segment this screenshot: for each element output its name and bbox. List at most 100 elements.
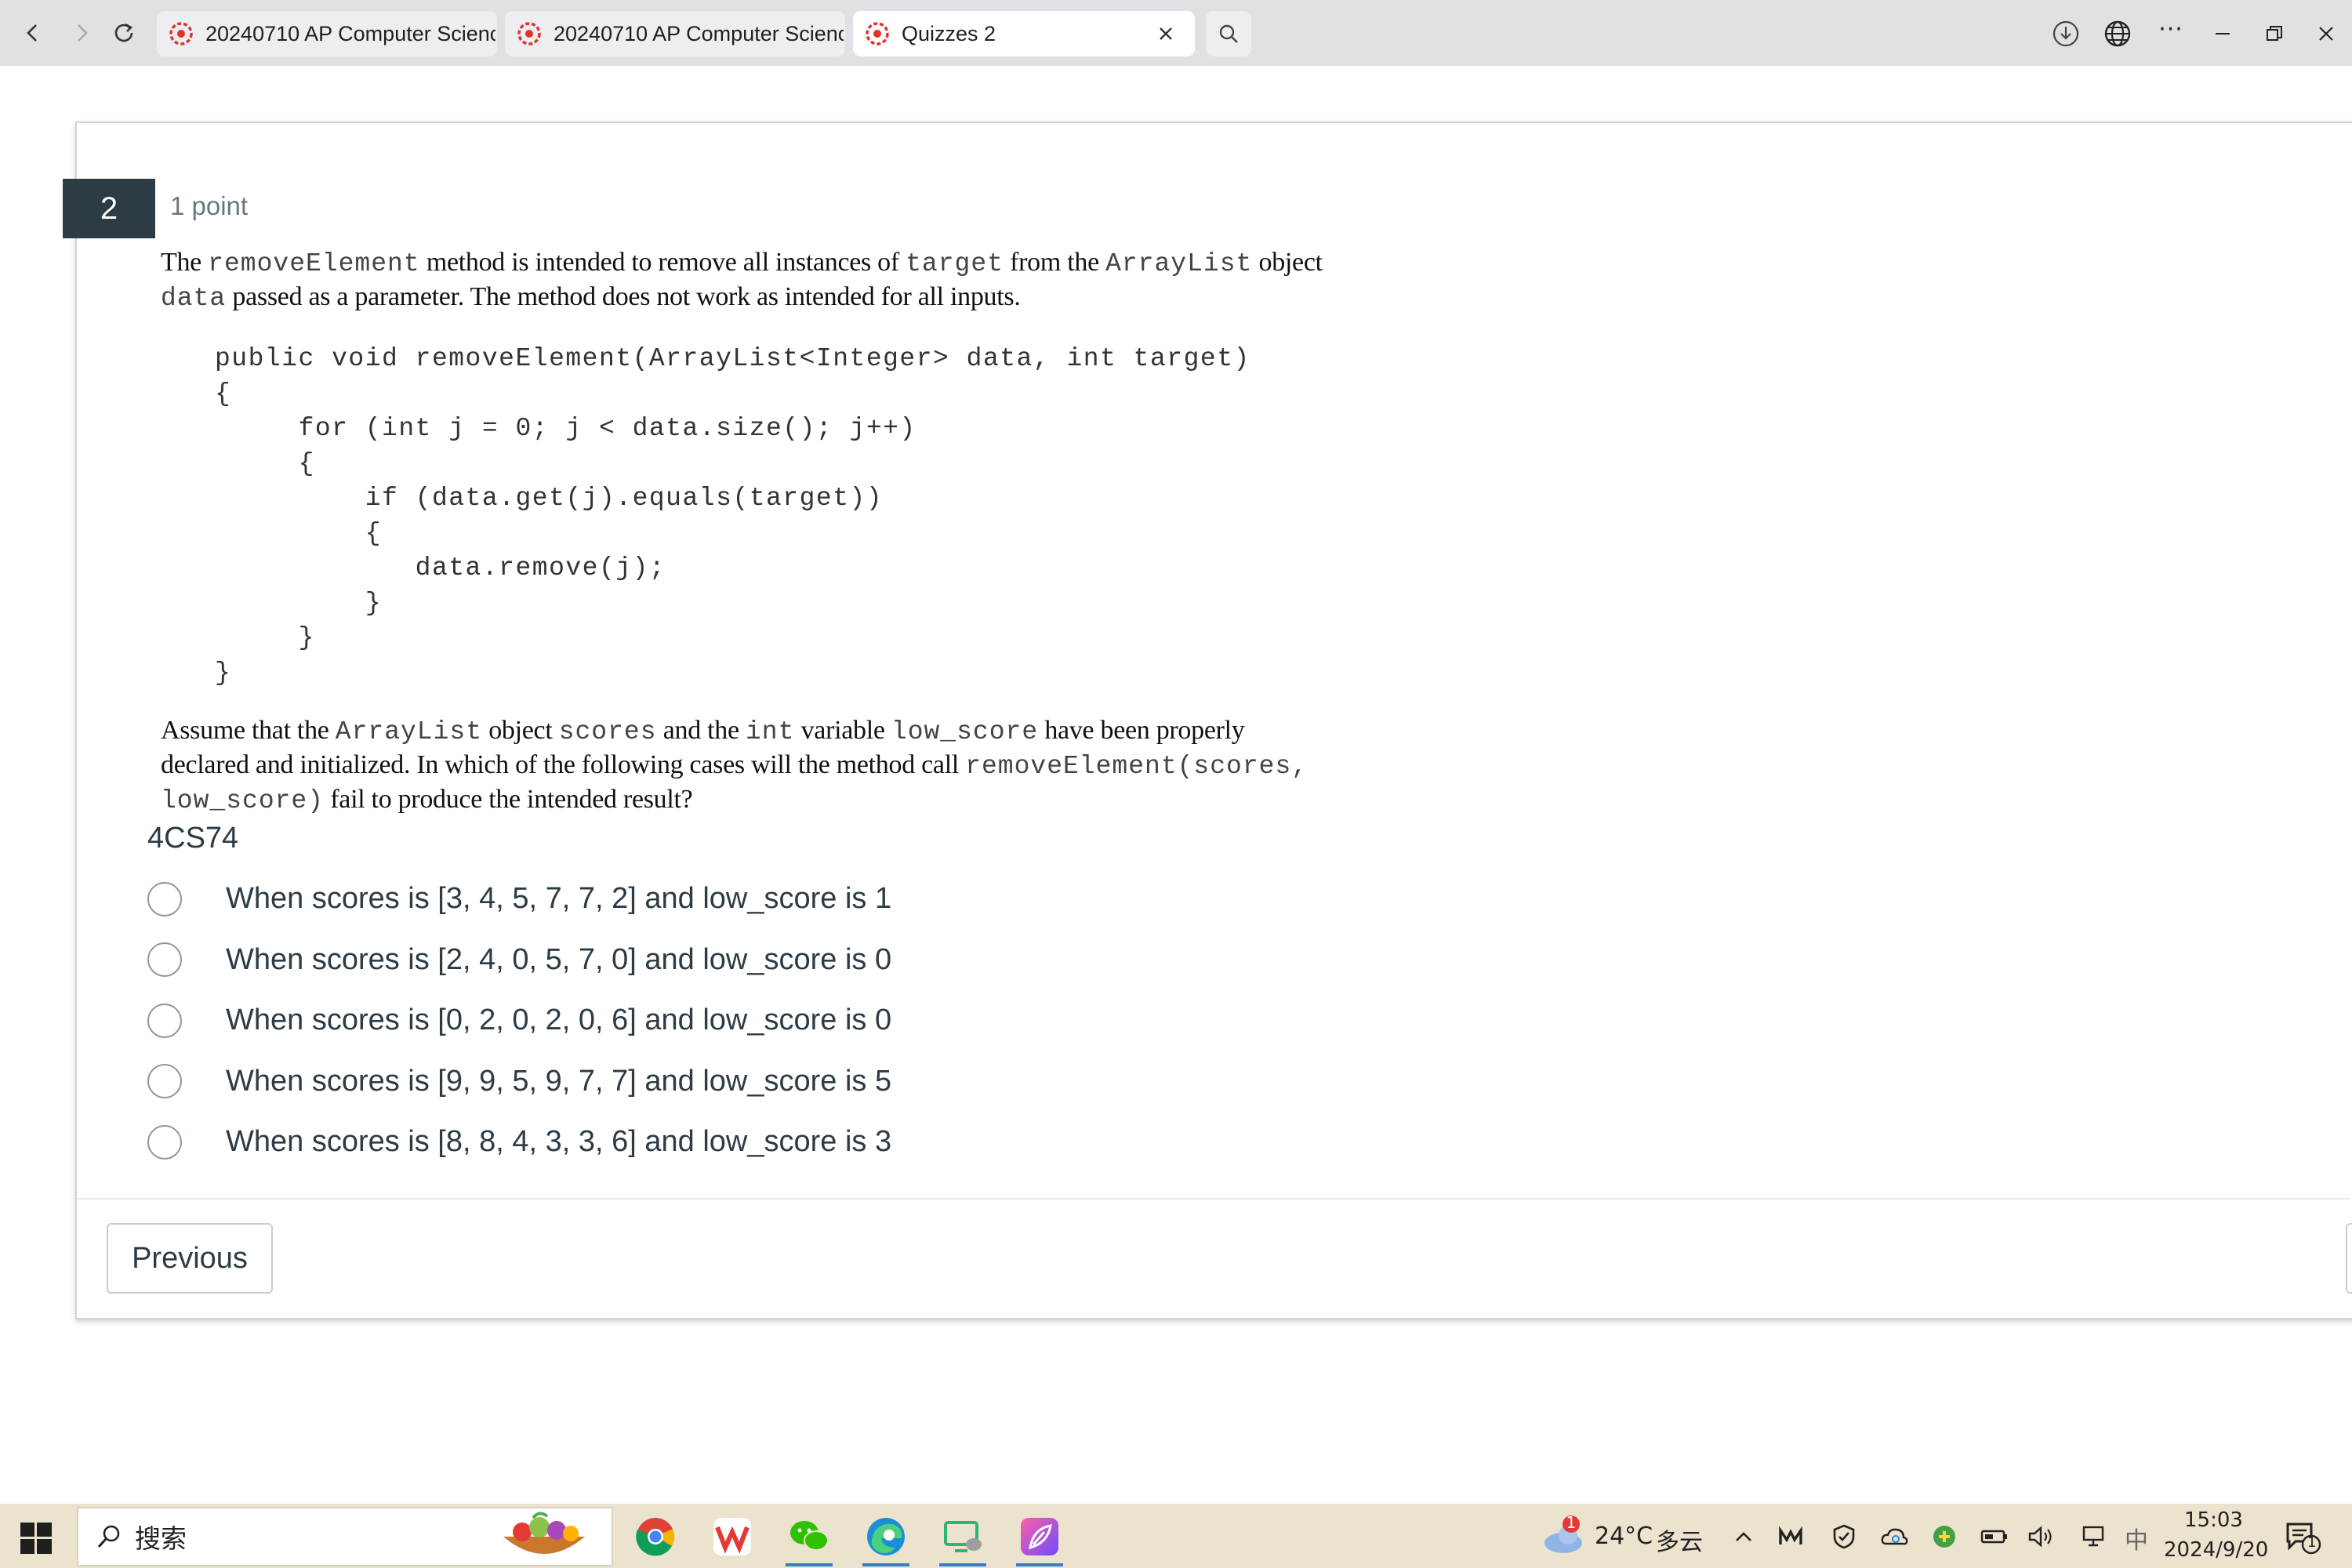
notification-center-button[interactable]: 1 bbox=[2283, 1518, 2322, 1557]
close-tab-button[interactable] bbox=[1152, 20, 1179, 47]
tab-search-button[interactable] bbox=[1206, 11, 1251, 56]
search-label: 搜索 bbox=[135, 1523, 187, 1554]
code-line: for (int j = 0; j < data.size(); j++) bbox=[215, 414, 916, 443]
tab-title: 20240710 AP Computer Science bbox=[554, 21, 844, 45]
code-term: removeElement(scores, bbox=[965, 752, 1308, 781]
battery-icon bbox=[1980, 1530, 2007, 1544]
forward-button[interactable] bbox=[61, 13, 102, 53]
taskbar-wps[interactable] bbox=[707, 1512, 757, 1562]
notification-count: 1 bbox=[2307, 1534, 2317, 1551]
prompt-text: fail to produce the intended result? bbox=[330, 785, 693, 814]
prompt-text: Assume that the bbox=[161, 716, 329, 745]
prompt-text: object bbox=[488, 716, 553, 745]
intro-text: passed as a parameter. The method does n… bbox=[232, 282, 1021, 311]
tray-app-m[interactable] bbox=[1775, 1521, 1806, 1552]
notification-icon bbox=[2286, 1523, 2321, 1555]
intro-text: method is intended to remove all instanc… bbox=[426, 248, 899, 277]
canvas-logo-icon bbox=[866, 22, 889, 45]
radio-button[interactable] bbox=[147, 1064, 182, 1099]
question-number: 2 bbox=[63, 179, 155, 238]
answer-option[interactable]: When scores is [3, 4, 5, 7, 7, 2] and lo… bbox=[147, 869, 891, 930]
weather-description: 多云 bbox=[1656, 1529, 1703, 1556]
chrome-icon bbox=[636, 1518, 675, 1556]
reload-button[interactable] bbox=[103, 13, 144, 53]
close-window-button[interactable] bbox=[2308, 16, 2344, 52]
tray-volume[interactable] bbox=[2026, 1521, 2057, 1552]
answer-label[interactable]: When scores is [0, 2, 0, 2, 0, 6] and lo… bbox=[226, 1004, 891, 1037]
intro-text: from the bbox=[1010, 248, 1099, 277]
taskbar-edge[interactable] bbox=[861, 1512, 911, 1566]
answer-option[interactable]: When scores is [0, 2, 0, 2, 0, 6] and lo… bbox=[147, 990, 891, 1051]
download-icon bbox=[2053, 20, 2079, 47]
answer-option[interactable]: When scores is [9, 9, 5, 9, 7, 7] and lo… bbox=[147, 1051, 891, 1112]
clock-time[interactable]: 15:03 bbox=[2184, 1508, 2243, 1532]
tray-network[interactable] bbox=[2079, 1521, 2111, 1552]
chevron-right-icon bbox=[78, 24, 88, 42]
radio-button[interactable] bbox=[147, 1003, 182, 1038]
taskbar-feather-app[interactable] bbox=[1014, 1512, 1065, 1566]
code-term: low_score bbox=[891, 717, 1039, 746]
minimize-icon bbox=[2216, 33, 2230, 34]
code-term: data bbox=[161, 284, 227, 313]
ime-indicator[interactable]: 中 bbox=[2125, 1521, 2148, 1555]
code-term: low_score) bbox=[161, 786, 325, 815]
tab-title: 20240710 AP Computer Science bbox=[205, 21, 495, 45]
card-divider bbox=[77, 1198, 2350, 1200]
tab-quizzes[interactable]: Quizzes 2 bbox=[853, 11, 1195, 56]
tray-green-app[interactable] bbox=[1929, 1521, 1960, 1552]
code-term: removeElement bbox=[208, 249, 420, 278]
browser-tab-bar: 20240710 AP Computer Science 20240710 AP… bbox=[0, 0, 2352, 66]
windows-logo-icon[interactable] bbox=[20, 1523, 52, 1554]
answer-label[interactable]: When scores is [3, 4, 5, 7, 7, 2] and lo… bbox=[226, 882, 891, 916]
m-logo-icon bbox=[1779, 1526, 1802, 1544]
back-button[interactable] bbox=[13, 13, 53, 53]
tab-course-2[interactable]: 20240710 AP Computer Science bbox=[505, 11, 845, 56]
clock-date[interactable]: 2024/9/20 bbox=[2164, 1538, 2268, 1562]
code-line: } bbox=[215, 658, 232, 688]
running-indicator bbox=[939, 1563, 986, 1566]
next-button[interactable] bbox=[2346, 1223, 2352, 1294]
taskbar-search[interactable]: 搜索 bbox=[77, 1507, 613, 1566]
close-icon bbox=[2319, 27, 2333, 41]
more-menu-button[interactable]: ··· bbox=[2153, 11, 2189, 47]
code-line: { bbox=[215, 448, 315, 478]
radio-button[interactable] bbox=[147, 881, 182, 916]
taskbar-chrome[interactable] bbox=[630, 1512, 681, 1562]
wps-icon bbox=[713, 1518, 751, 1555]
taskbar-wechat[interactable] bbox=[784, 1512, 834, 1566]
answer-label[interactable]: When scores is [8, 8, 4, 3, 3, 6] and lo… bbox=[226, 1125, 891, 1159]
code-term: ArrayList bbox=[1105, 249, 1253, 278]
globe-icon bbox=[2104, 20, 2131, 47]
tray-cloud-sync[interactable] bbox=[1878, 1521, 1910, 1552]
radio-button[interactable] bbox=[147, 1124, 182, 1160]
taskbar-screen-app[interactable] bbox=[938, 1512, 988, 1566]
speaker-icon bbox=[2028, 1526, 2052, 1548]
tray-security[interactable] bbox=[1828, 1521, 1860, 1552]
search-icon bbox=[1219, 24, 1238, 43]
previous-button[interactable]: Previous bbox=[107, 1223, 273, 1294]
answer-label[interactable]: When scores is [2, 4, 0, 5, 7, 0] and lo… bbox=[226, 943, 891, 977]
restore-button[interactable] bbox=[2256, 16, 2292, 52]
answer-option[interactable]: When scores is [2, 4, 0, 5, 7, 0] and lo… bbox=[147, 930, 891, 991]
running-indicator bbox=[1016, 1563, 1063, 1566]
answer-option[interactable]: When scores is [8, 8, 4, 3, 3, 6] and lo… bbox=[147, 1112, 891, 1173]
question-intro: The removeElement method is intended to … bbox=[161, 246, 1478, 315]
weather-widget[interactable]: 1 bbox=[1541, 1513, 1588, 1559]
shield-icon bbox=[1833, 1524, 1855, 1549]
radio-button[interactable] bbox=[147, 942, 182, 978]
tab-course-1[interactable]: 20240710 AP Computer Science bbox=[157, 11, 497, 56]
code-line: { bbox=[215, 379, 232, 408]
minimize-button[interactable] bbox=[2205, 16, 2241, 52]
reload-icon bbox=[114, 23, 133, 42]
feather-app-icon bbox=[1021, 1518, 1058, 1555]
tray-battery[interactable] bbox=[1979, 1521, 2010, 1552]
windows-taskbar: 搜索 1 24°C 多云 中 15:03 2024/9/20 1 bbox=[0, 1504, 2352, 1568]
weather-badge: 1 bbox=[1566, 1513, 1577, 1532]
running-indicator bbox=[862, 1563, 909, 1566]
tray-overflow-button[interactable] bbox=[1728, 1521, 1759, 1552]
downloads-button[interactable] bbox=[2048, 16, 2084, 52]
edge-icon bbox=[867, 1518, 905, 1555]
answer-label[interactable]: When scores is [9, 9, 5, 9, 7, 7] and lo… bbox=[226, 1065, 891, 1098]
wechat-icon bbox=[790, 1521, 829, 1551]
translate-button[interactable] bbox=[2100, 16, 2136, 52]
